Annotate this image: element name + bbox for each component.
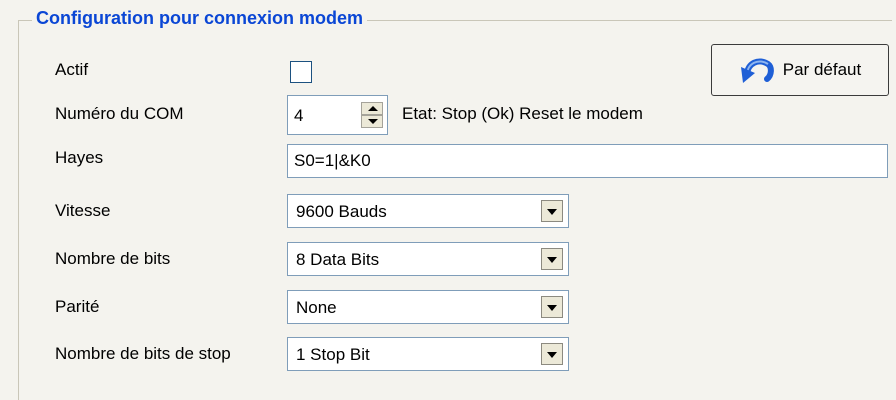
vitesse-value: 9600 Bauds — [296, 202, 387, 221]
actif-checkbox[interactable] — [290, 61, 312, 83]
hayes-label: Hayes — [55, 148, 104, 167]
hayes-input[interactable] — [287, 144, 888, 178]
com-label: Numéro du COM — [55, 104, 184, 123]
bits-select[interactable]: 8 Data Bits — [287, 242, 569, 276]
bits-value: 8 Data Bits — [296, 250, 380, 269]
spin-up-button[interactable] — [361, 102, 383, 115]
chevron-down-icon[interactable] — [541, 343, 563, 365]
undo-arrow-icon — [739, 53, 775, 87]
bits-label: Nombre de bits — [55, 249, 171, 268]
stop-select[interactable]: 1 Stop Bit — [287, 337, 569, 371]
stop-value: 1 Stop Bit — [296, 345, 370, 364]
groupbox-title: Configuration pour connexion modem — [32, 8, 367, 29]
parite-select[interactable]: None — [287, 290, 569, 324]
default-button-label: Par défaut — [782, 60, 862, 79]
parite-value: None — [296, 298, 337, 317]
chevron-down-icon[interactable] — [541, 248, 563, 270]
modem-status-text: Etat: Stop (Ok) Reset le modem — [402, 104, 643, 123]
stop-label: Nombre de bits de stop — [55, 344, 231, 363]
chevron-down-icon[interactable] — [541, 296, 563, 318]
actif-label: Actif — [55, 60, 89, 79]
default-button[interactable]: Par défaut — [711, 44, 889, 96]
vitesse-select[interactable]: 9600 Bauds — [287, 194, 569, 228]
com-input[interactable] — [294, 105, 354, 127]
chevron-down-icon[interactable] — [541, 200, 563, 222]
spin-down-button[interactable] — [361, 115, 383, 128]
com-spinner[interactable] — [287, 95, 388, 135]
vitesse-label: Vitesse — [55, 201, 111, 220]
parite-label: Parité — [55, 297, 100, 316]
